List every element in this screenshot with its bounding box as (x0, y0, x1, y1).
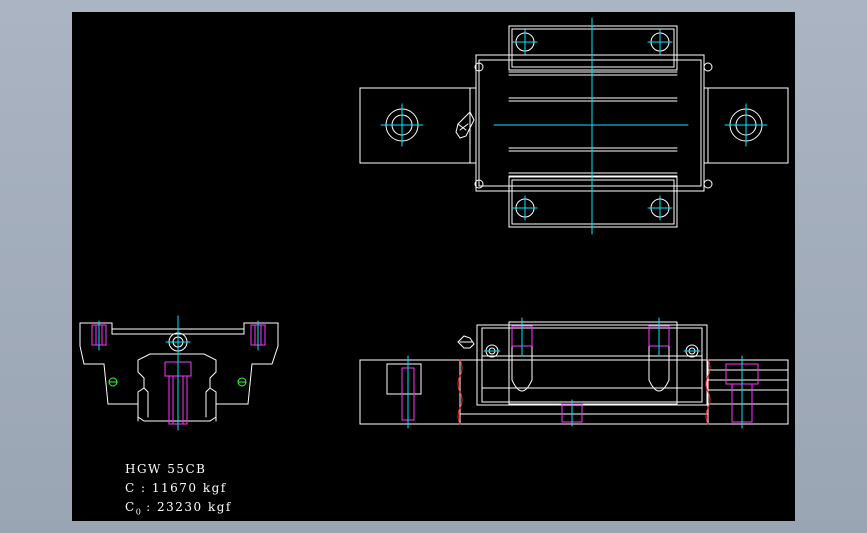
side-view-hidden (401, 325, 759, 423)
top-view-centerlines (380, 17, 768, 235)
model-label: HGW 55CB (125, 462, 207, 476)
side-view-centerlines (407, 317, 743, 429)
top-view (359, 25, 789, 228)
spec-block: HGW 55CB C : 11670 kgf C0 : 23230 kgf (125, 460, 232, 521)
rail-left-end (359, 359, 461, 425)
grease-nipple-side (457, 335, 475, 349)
end-view (79, 322, 279, 422)
flange-top (508, 25, 678, 71)
grease-nipple-top (455, 111, 475, 139)
dynamic-load-label: C : 11670 kgf (125, 481, 227, 495)
end-view-centerlines (98, 315, 259, 431)
static-load-label: C0 : 23230 kgf (125, 500, 232, 517)
flange-bottom (508, 176, 678, 228)
side-view (359, 321, 789, 425)
block-profile (79, 322, 279, 422)
rail-profile (137, 353, 217, 422)
linear-guide-drawing (79, 17, 789, 431)
cad-viewport[interactable]: HGW 55CB C : 11670 kgf C0 : 23230 kgf (72, 12, 795, 521)
